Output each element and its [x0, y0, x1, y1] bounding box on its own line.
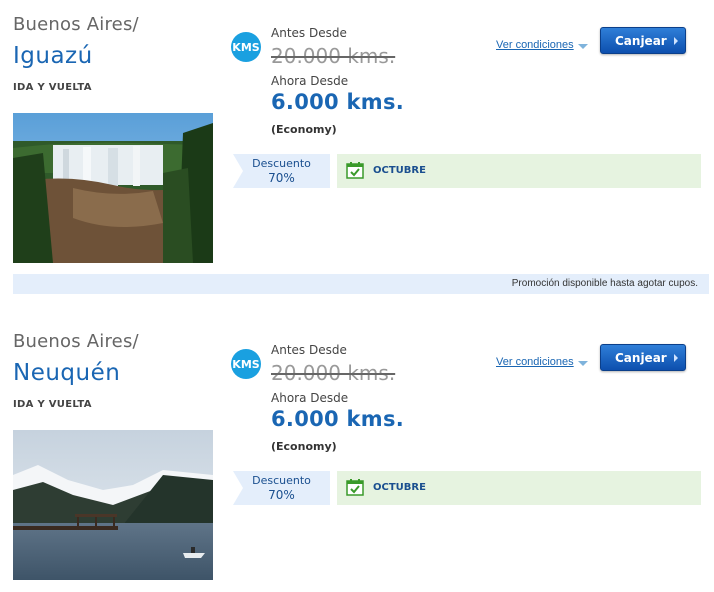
discount-badge: Descuento 70%	[233, 154, 330, 188]
arrow-right-icon	[674, 354, 678, 362]
month-availability: OCTUBRE	[337, 471, 701, 505]
discount-label: Descuento	[252, 157, 311, 170]
calendar-check-icon	[346, 162, 364, 179]
discount-badge: Descuento 70%	[233, 471, 330, 505]
destination-photo-lake[interactable]	[13, 430, 213, 580]
cabin-class: (Economy)	[271, 123, 337, 136]
now-label: Ahora Desde	[271, 74, 349, 88]
now-price: 6.000 kms.	[271, 407, 405, 431]
calendar-check-icon	[346, 479, 364, 496]
trip-type: IDA Y VUELTA	[13, 399, 92, 410]
month-label: OCTUBRE	[373, 482, 426, 493]
before-label: Antes Desde	[271, 26, 347, 40]
conditions-link[interactable]: Ver condiciones	[496, 39, 574, 51]
redeem-button-label: Canjear	[615, 33, 667, 48]
before-price: 20.000 kms.	[271, 361, 396, 385]
now-price: 6.000 kms.	[271, 90, 405, 114]
discount-label: Descuento	[252, 474, 311, 487]
offer-destination[interactable]: Iguazú	[13, 43, 93, 69]
before-label: Antes Desde	[271, 343, 347, 357]
conditions-link[interactable]: Ver condiciones	[496, 356, 574, 368]
now-label: Ahora Desde	[271, 391, 349, 405]
promo-notice: Promoción disponible hasta agotar cupos.	[13, 274, 709, 294]
trip-type: IDA Y VUELTA	[13, 82, 92, 93]
discount-value: 70%	[268, 488, 295, 502]
kms-icon: KMS	[231, 32, 261, 62]
before-price: 20.000 kms.	[271, 44, 396, 68]
discount-value: 70%	[268, 171, 295, 185]
offer-origin: Buenos Aires/	[13, 331, 139, 352]
redeem-button-label: Canjear	[615, 350, 667, 365]
offer-destination[interactable]: Neuquén	[13, 360, 120, 386]
chevron-down-icon[interactable]	[578, 361, 588, 366]
chevron-down-icon[interactable]	[578, 44, 588, 49]
month-label: OCTUBRE	[373, 165, 426, 176]
destination-photo-waterfall[interactable]	[13, 113, 213, 263]
month-availability: OCTUBRE	[337, 154, 701, 188]
cabin-class: (Economy)	[271, 440, 337, 453]
offer-origin: Buenos Aires/	[13, 14, 139, 35]
arrow-right-icon	[674, 37, 678, 45]
redeem-button[interactable]: Canjear	[600, 27, 686, 54]
kms-icon: KMS	[231, 349, 261, 379]
redeem-button[interactable]: Canjear	[600, 344, 686, 371]
